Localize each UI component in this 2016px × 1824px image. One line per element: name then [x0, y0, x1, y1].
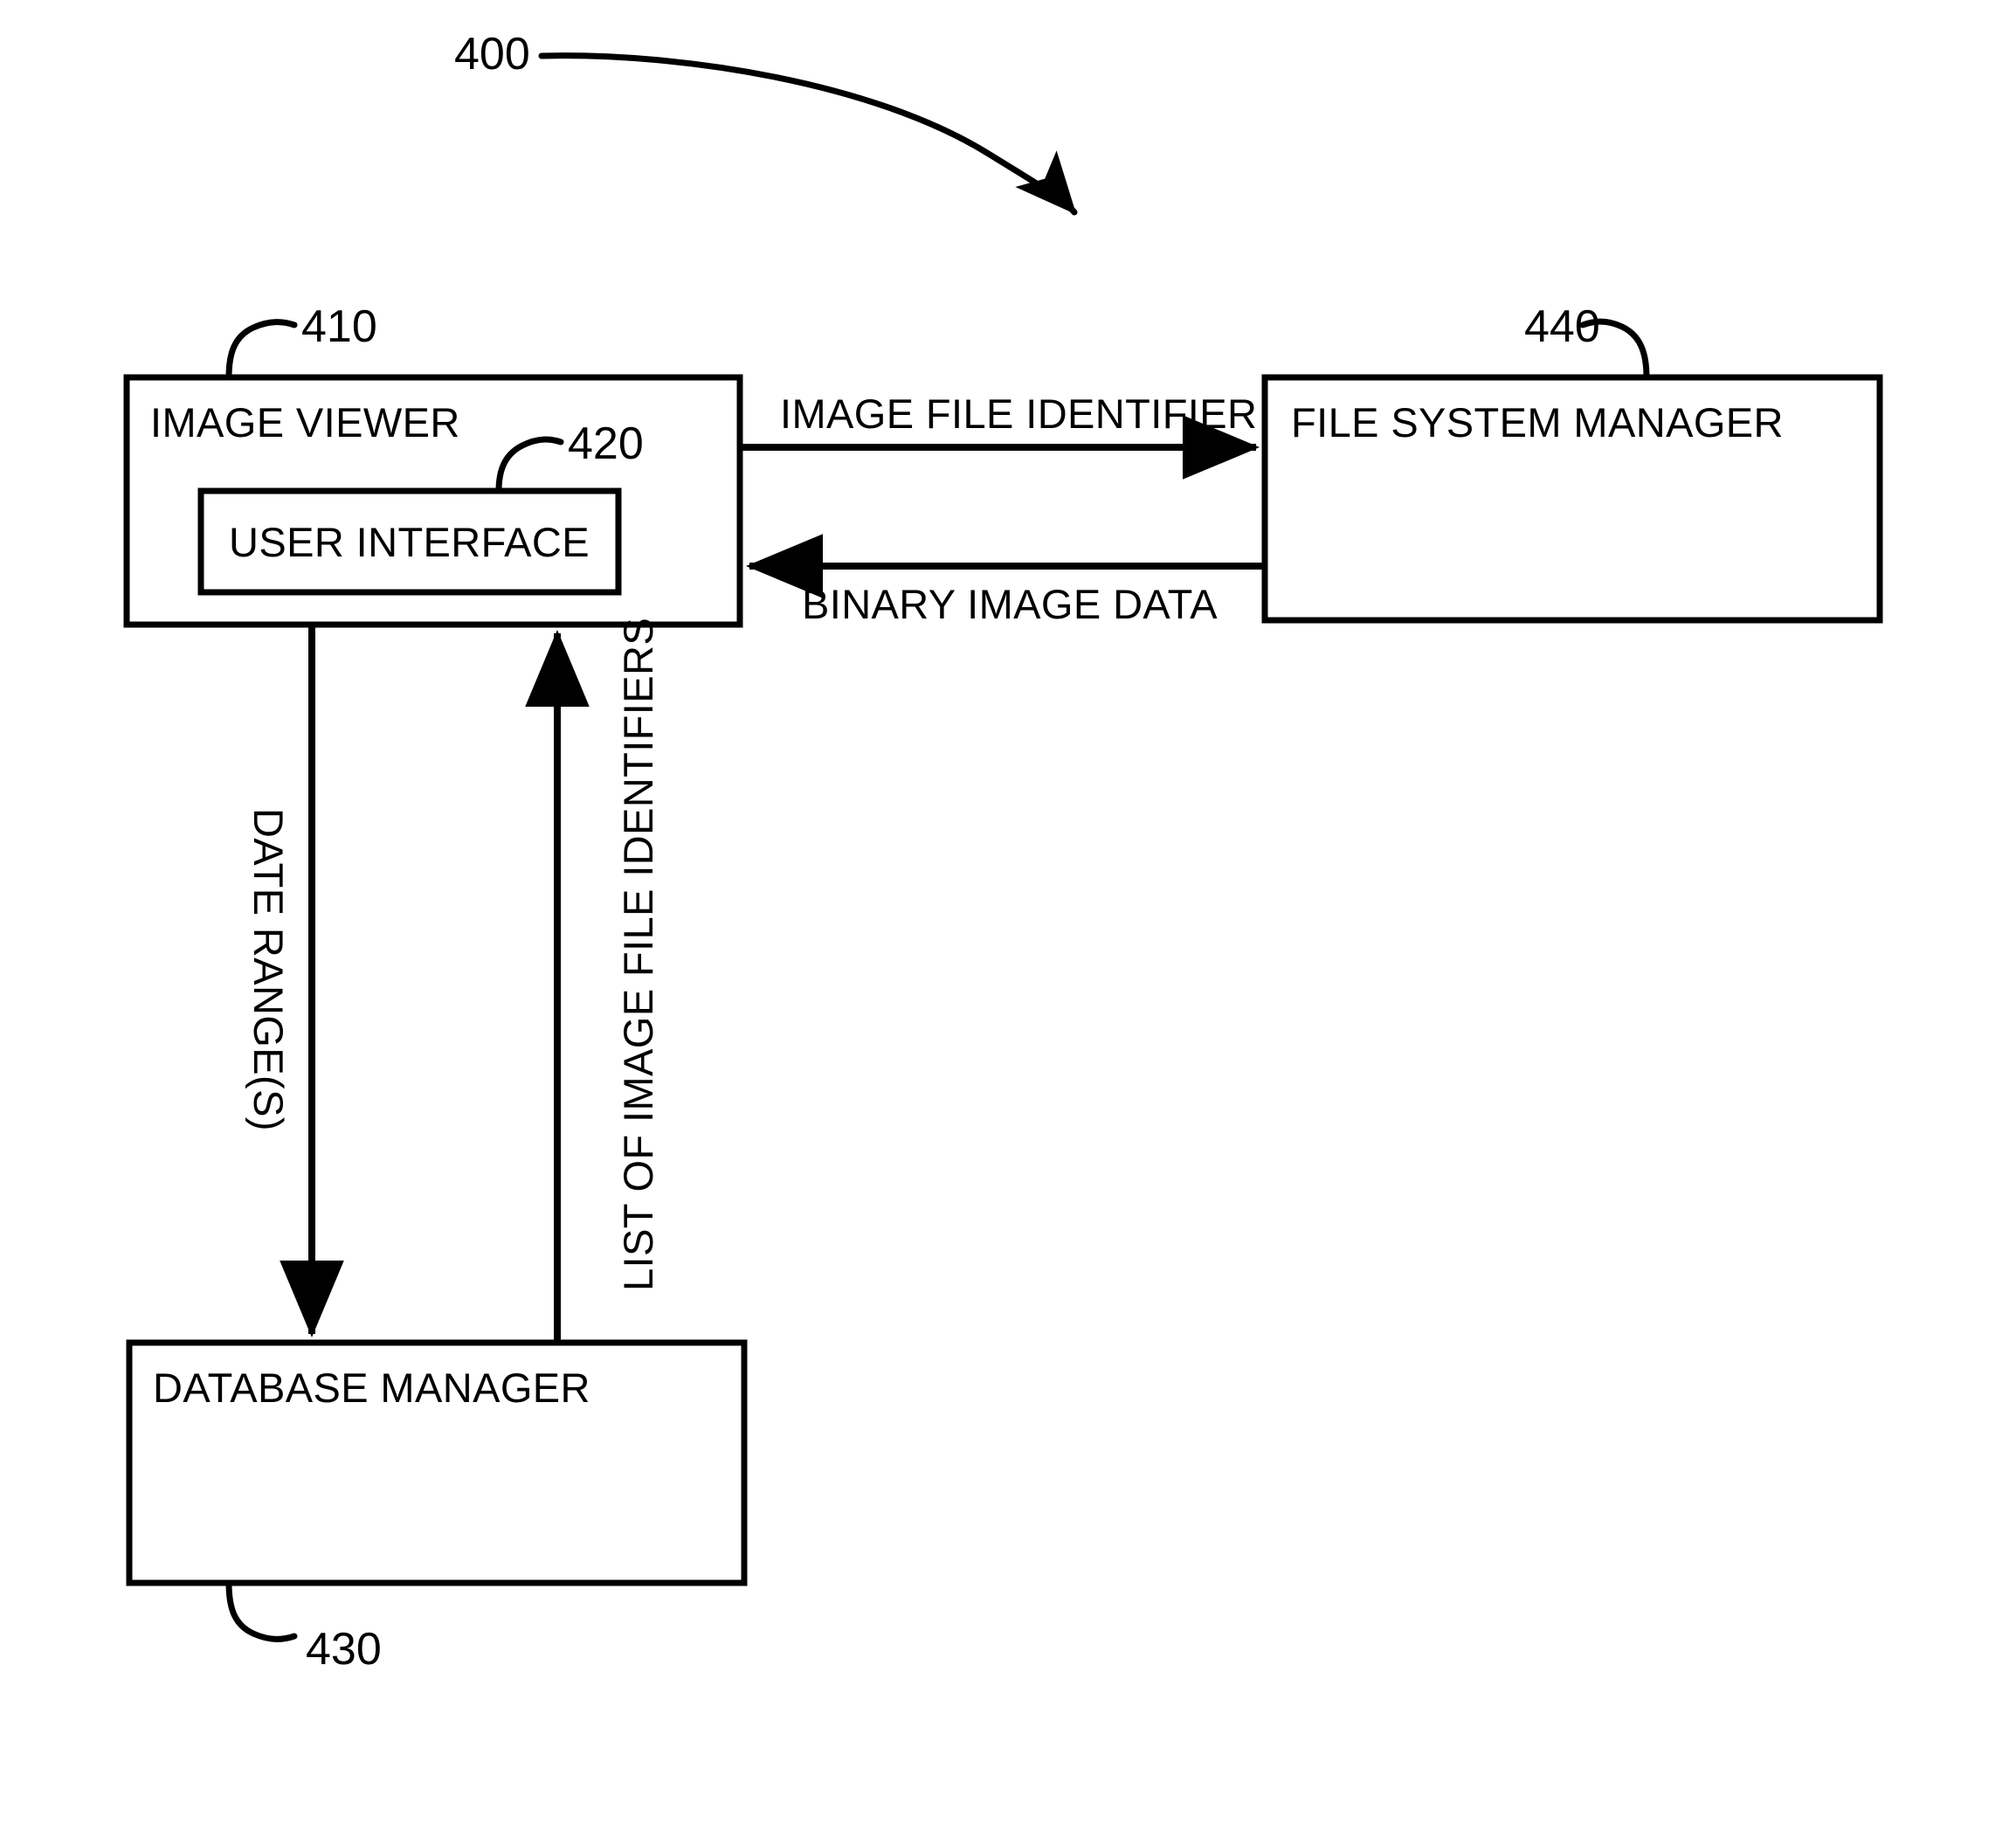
diagram-canvas — [123, 52, 1883, 1642]
leader-line-420 — [495, 436, 564, 494]
edge-label-date-ranges: DATE RANGE(S) — [245, 808, 292, 1131]
reference-number-410: 410 — [301, 301, 377, 352]
reference-number-440: 440 — [1524, 301, 1600, 352]
figure-callout-leader-400 — [538, 52, 1078, 216]
edge-label-binary-image-data: BINARY IMAGE DATA — [802, 581, 1219, 627]
leader-line-410 — [225, 319, 298, 381]
patent-figure-400: 400 410 IMAGE VIEWER 420 USER INTERFACE … — [0, 0, 2016, 1824]
reference-number-420: 420 — [568, 418, 644, 469]
reference-number-430: 430 — [306, 1624, 382, 1675]
edge-label-list-of-image-file-identifiers: LIST OF IMAGE FILE IDENTIFIERS — [615, 617, 661, 1291]
figure-reference-number: 400 — [454, 29, 530, 79]
image-viewer-label: IMAGE VIEWER — [150, 399, 460, 446]
user-interface-label: USER INTERFACE — [229, 519, 590, 565]
edge-label-image-file-identifier: IMAGE FILE IDENTIFIER — [780, 390, 1258, 437]
file-system-manager-label: FILE SYSTEM MANAGER — [1291, 399, 1784, 446]
database-manager-label: DATABASE MANAGER — [153, 1365, 590, 1411]
leader-line-430 — [225, 1579, 298, 1642]
